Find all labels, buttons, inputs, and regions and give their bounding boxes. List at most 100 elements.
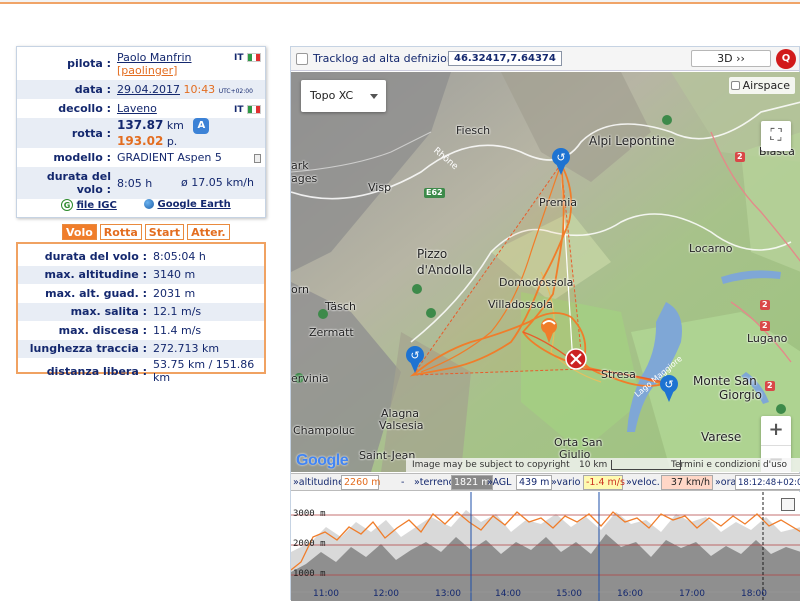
road-2-badge: 2 (735, 152, 745, 162)
place-visp: Visp (368, 181, 392, 194)
profile-time-label: 18:00 (741, 589, 767, 599)
route-value: 137.87 km A 193.02 p. (115, 118, 265, 148)
agl-label: »AGL (487, 477, 512, 488)
date-link[interactable]: 29.04.2017 (117, 83, 180, 96)
altitude-profile-chart[interactable] (290, 492, 800, 601)
info-tabs: Volo Rotta Start Atter. (62, 224, 233, 241)
image-export-icon[interactable] (781, 498, 795, 511)
flight-info-card: pilota : Paolo Manfrin [paolinger] IT da… (16, 46, 266, 218)
place-ages: ages (291, 172, 318, 185)
vario-label: »vario (551, 477, 581, 488)
points-unit: p. (166, 135, 178, 148)
earth-link-wrap: Google Earth (144, 199, 231, 210)
stat-row: durata del volo : 8:05:04 h (18, 247, 264, 266)
road-2-badge: 2 (760, 321, 770, 331)
fullscreen-icon: ⛶ (770, 125, 782, 144)
tracklog-hd-checkbox[interactable] (296, 53, 308, 65)
place-stresa: Stresa (601, 368, 636, 381)
map-type-select[interactable]: Topo XC (301, 80, 386, 112)
speed-label: »veloc. (626, 477, 660, 488)
zoom-in-button[interactable]: + (761, 416, 791, 446)
place-giorgio: Giorgio (719, 388, 762, 402)
place-andolla: d'Andolla (417, 263, 473, 277)
google-earth-link[interactable]: Google Earth (157, 199, 230, 210)
place-zermatt: Zermatt (309, 326, 354, 339)
airspace-checkbox[interactable] (730, 81, 740, 90)
time-value: 18:12:48+02:00 (735, 475, 800, 490)
stat-label: max. discesa : (58, 323, 147, 337)
map-attribution: Image may be subject to copyright 10 km … (406, 458, 800, 472)
stat-value: 53.75 km / 151.86 km (153, 358, 255, 384)
download-links: G file IGC Google Earth (17, 195, 265, 217)
profile-label-3000: 3000 m (293, 509, 326, 519)
fullscreen-button[interactable]: ⛶ (761, 121, 791, 151)
date-label: data : (17, 80, 115, 99)
flight-info-table: pilota : Paolo Manfrin [paolinger] IT da… (17, 47, 265, 199)
igc-file-icon: G (61, 199, 73, 211)
stat-label: lunghezza traccia : (18, 339, 153, 358)
top-bar (0, 0, 800, 4)
xcontest-logo-icon[interactable]: Q (776, 49, 796, 69)
place-monte-san: Monte San (693, 374, 757, 388)
place-lugano: Lugano (747, 332, 788, 345)
place-orn: orn (291, 283, 310, 296)
date-value: 29.04.2017 10:43 UTC+02:00 (115, 80, 265, 99)
terms-link[interactable]: Termini e condizioni d'uso (671, 458, 787, 472)
stat-label: max. salita : (18, 302, 153, 321)
terrain-map[interactable]: ↺ ↺ ↺ (291, 72, 800, 472)
svg-text:↺: ↺ (556, 151, 565, 164)
italy-flag-icon (247, 52, 261, 62)
tab-volo[interactable]: Volo (62, 224, 97, 240)
stat-label: max. alt. guad. : (45, 286, 147, 300)
utc-offset: UTC+02:00 (218, 88, 253, 95)
altitude-value: 2260 m (341, 475, 380, 490)
route-label: rotta : (17, 118, 115, 148)
profile-time-label: 11:00 (313, 589, 339, 599)
stat-label: durata del volo : (44, 249, 147, 263)
igc-file-link[interactable]: file IGC (76, 200, 116, 211)
pilot-name-link[interactable]: Paolo Manfrin (117, 51, 192, 64)
tab-start[interactable]: Start (144, 224, 185, 240)
place-pizzo: Pizzo (417, 247, 448, 261)
stat-value: 2031 m (153, 286, 196, 300)
tab-rotta[interactable]: Rotta (99, 224, 142, 240)
place-alpi-lepontine: Alpi Lepontine (589, 134, 675, 148)
flight-stats-table: durata del volo : 8:05:04 h max. altitudi… (18, 247, 264, 384)
route-type-icon[interactable]: A (193, 118, 210, 134)
route-points: 193.02 (117, 134, 164, 148)
glider-info-icon[interactable] (254, 154, 261, 163)
map-view[interactable]: ↺ ↺ ↺ Alpi Lepontine Fiesch Biasca ark a… (291, 72, 800, 472)
stat-row: max. alt. guad. : 2031 m (18, 284, 264, 303)
view-3d-button[interactable]: 3D ›› (691, 50, 771, 67)
vario-value: -1.4 m/s (583, 475, 625, 490)
route-row: rotta : 137.87 km A 193.02 p. (17, 118, 265, 148)
place-locarno: Locarno (689, 242, 733, 255)
scale-label: 10 km (579, 460, 608, 470)
stat-row: max. discesa : 11.4 m/s (18, 321, 264, 340)
altitude-label: »altitudine (293, 477, 344, 488)
stat-row: max. salita :12.1 m/s (18, 302, 264, 321)
flight-duration: 8:05 h (117, 176, 153, 190)
place-fiesch: Fiesch (456, 124, 491, 137)
takeoff-country-code: IT (234, 105, 244, 115)
airspace-toggle[interactable]: Airspace (728, 77, 795, 94)
takeoff-link[interactable]: Laveno (117, 102, 157, 115)
agl-value: 439 m (516, 475, 553, 490)
tracklog-hd-label: Tracklog ad alta defnizione (313, 52, 461, 65)
profile-time-label: 15:00 (556, 589, 582, 599)
altitude-profile[interactable]: 3000 m 2000 m 1000 m 11:00 12:00 13:00 1… (290, 492, 800, 601)
profile-time-label: 13:00 (435, 589, 461, 599)
tab-atterraggio[interactable]: Atter. (187, 224, 230, 240)
pilot-label: pilota : (67, 57, 111, 70)
map-type-value: Topo XC (310, 89, 354, 102)
takeoff-country: IT (234, 102, 261, 115)
pilot-nick-link[interactable]: [paolinger] (117, 64, 177, 77)
map-panel: Tracklog ad alta defnizione 46.32417,7.6… (290, 46, 800, 601)
landing-marker[interactable] (565, 348, 587, 370)
place-villadossola: Villadossola (488, 298, 553, 311)
profile-time-label: 17:00 (679, 589, 705, 599)
track-readout-bar: »altitudine 2260 m - »terreno 1821 m »AG… (291, 473, 800, 491)
flight-time: 10:43 (183, 83, 216, 96)
date-row: data : 29.04.2017 10:43 UTC+02:00 (17, 80, 265, 99)
speed-value: 37 km/h (661, 475, 713, 490)
